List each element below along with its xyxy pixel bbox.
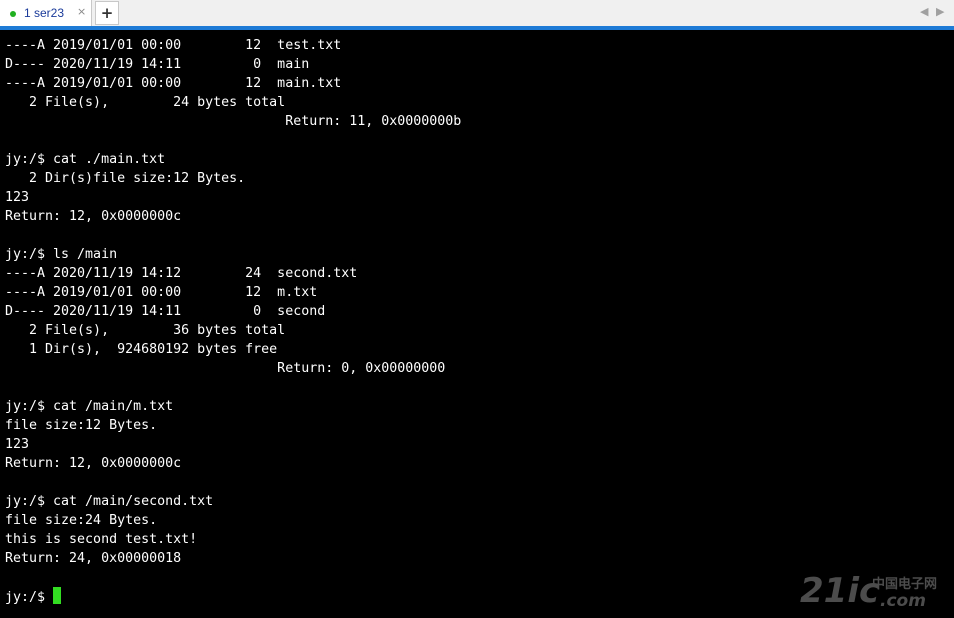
terminal-line: Return: 0, 0x00000000 bbox=[5, 361, 446, 376]
terminal-line: 2 File(s), 24 bytes total bbox=[5, 95, 286, 110]
terminal-line: jy:/$ cat ./main.txt bbox=[5, 152, 166, 167]
terminal-line: 123 bbox=[5, 437, 30, 452]
terminal-line: ----A 2019/01/01 00:00 12 main.txt bbox=[5, 76, 342, 91]
terminal-line: Return: 11, 0x0000000b bbox=[5, 114, 462, 129]
terminal-line: ----A 2019/01/01 00:00 12 m.txt bbox=[5, 285, 318, 300]
terminal-line: 1 Dir(s), 924680192 bytes free bbox=[5, 342, 278, 357]
prompt-line[interactable]: jy:/$ bbox=[5, 587, 461, 606]
close-icon[interactable]: × bbox=[77, 5, 86, 18]
terminal-window: 1 ser23 × + ◀ ▶ ----A 2019/01/01 00:00 1… bbox=[0, 0, 954, 618]
session-tab-label[interactable]: 1 ser23 bbox=[24, 6, 64, 20]
terminal-line: file size:12 Bytes. bbox=[5, 418, 158, 433]
connection-status-dot-icon bbox=[10, 11, 16, 17]
terminal-line: 2 File(s), 36 bytes total bbox=[5, 323, 286, 338]
terminal-line: D---- 2020/11/19 14:11 0 second bbox=[5, 304, 326, 319]
terminal-line: Return: 12, 0x0000000c bbox=[5, 456, 182, 471]
terminal-lines: ----A 2019/01/01 00:00 12 test.txt D----… bbox=[5, 36, 461, 606]
terminal-line: Return: 24, 0x00000018 bbox=[5, 551, 182, 566]
terminal-line: D---- 2020/11/19 14:11 0 main bbox=[5, 57, 310, 72]
terminal-line: 123 bbox=[5, 190, 30, 205]
terminal-line: jy:/$ ls /main bbox=[5, 247, 118, 262]
terminal-line: file size:24 Bytes. bbox=[5, 513, 158, 528]
watermark-site-name: 中国电子网 bbox=[872, 576, 937, 592]
tab-bar: 1 ser23 × + ◀ ▶ bbox=[0, 0, 954, 27]
terminal-line: jy:/$ cat /main/second.txt bbox=[5, 494, 214, 509]
terminal-line: jy:/$ cat /main/m.txt bbox=[5, 399, 174, 414]
watermark-domain: .com bbox=[880, 591, 926, 611]
watermark-brand: 21ic bbox=[800, 571, 879, 611]
terminal-line: Return: 12, 0x0000000c bbox=[5, 209, 182, 224]
terminal-line: ----A 2019/01/01 00:00 12 test.txt bbox=[5, 38, 342, 53]
terminal-line: this is second test.txt! bbox=[5, 532, 198, 547]
site-watermark-logo: 21ic 中国电子网 .com bbox=[800, 571, 937, 611]
shell-prompt: jy:/$ bbox=[5, 590, 54, 605]
tab-scroll-left-icon[interactable]: ◀ bbox=[920, 5, 928, 18]
new-tab-button[interactable]: + bbox=[95, 1, 119, 25]
text-cursor bbox=[53, 587, 62, 604]
terminal-line: ----A 2020/11/19 14:12 24 second.txt bbox=[5, 266, 358, 281]
session-tab[interactable]: 1 ser23 × bbox=[0, 0, 92, 26]
terminal-output[interactable]: ----A 2019/01/01 00:00 12 test.txt D----… bbox=[0, 30, 954, 618]
terminal-line: 2 Dir(s)file size:12 Bytes. bbox=[5, 171, 246, 186]
tab-scroll-right-icon[interactable]: ▶ bbox=[936, 5, 944, 18]
